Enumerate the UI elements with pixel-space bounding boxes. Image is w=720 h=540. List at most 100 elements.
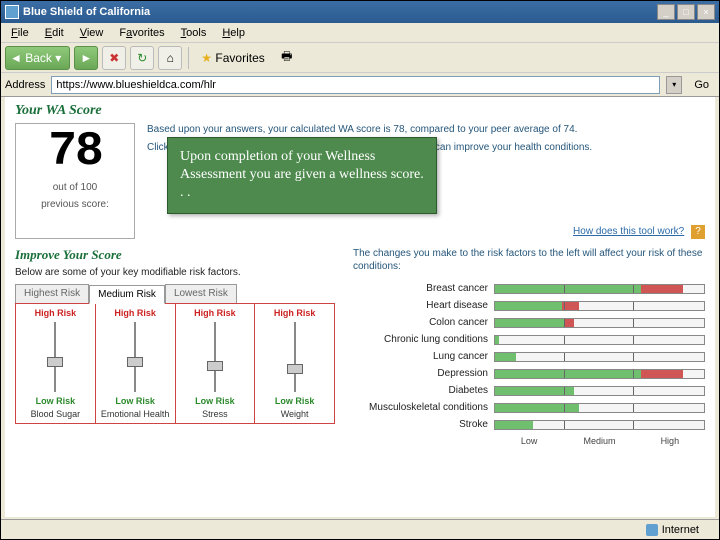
- condition-bar: [494, 420, 705, 430]
- app-icon: [5, 5, 19, 19]
- improve-title: Improve Your Score: [15, 247, 335, 263]
- back-arrow-icon: ◄: [10, 51, 22, 65]
- condition-bar: [494, 318, 705, 328]
- forward-button[interactable]: ►: [74, 46, 98, 70]
- condition-row: Chronic lung conditions: [353, 334, 705, 345]
- risk-high-label: High Risk: [35, 308, 77, 318]
- favorites-label: Favorites: [215, 51, 264, 65]
- tab-medium-risk[interactable]: Medium Risk: [89, 285, 165, 304]
- address-bar: Address ▾ Go: [1, 73, 719, 97]
- menu-file[interactable]: File: [5, 25, 35, 41]
- close-button[interactable]: ×: [697, 4, 715, 20]
- favorites-button[interactable]: ★ Favorites: [195, 46, 270, 70]
- window-title: Blue Shield of California: [23, 6, 657, 18]
- condition-name: Depression: [353, 368, 488, 379]
- how-tool-link[interactable]: How does this tool work?: [573, 226, 684, 237]
- condition-name: Lung cancer: [353, 351, 488, 362]
- toolbar: ◄ Back ▾ ► ✖ ↻ ⌂ ★ Favorites 🖶: [1, 43, 719, 73]
- slider-blood-sugar[interactable]: [45, 322, 65, 392]
- condition-name: Colon cancer: [353, 317, 488, 328]
- risk-label: Emotional Health: [101, 409, 170, 419]
- address-input[interactable]: [51, 76, 660, 94]
- menubar: File Edit View Favorites Tools Help: [1, 23, 719, 43]
- conditions-list: Breast cancer Heart disease Colon cancer Ch…: [353, 283, 705, 430]
- condition-row: Heart disease: [353, 300, 705, 311]
- risk-low-label: Low Risk: [115, 396, 155, 406]
- condition-bar: [494, 301, 705, 311]
- toolbar-divider: [188, 47, 189, 69]
- score-title: Your WA Score: [15, 103, 705, 119]
- statusbar: Internet: [1, 519, 719, 539]
- condition-row: Stroke: [353, 419, 705, 430]
- slider-stress[interactable]: [205, 322, 225, 392]
- condition-row: Musculoskeletal conditions: [353, 402, 705, 413]
- back-label: Back: [25, 51, 52, 65]
- condition-row: Lung cancer: [353, 351, 705, 362]
- risk-tabs: Highest Risk Medium Risk Lowest Risk: [15, 284, 335, 303]
- print-button[interactable]: 🖶: [275, 46, 299, 70]
- risk-low-label: Low Risk: [195, 396, 235, 406]
- condition-row: Breast cancer: [353, 283, 705, 294]
- condition-name: Heart disease: [353, 300, 488, 311]
- condition-row: Colon cancer: [353, 317, 705, 328]
- risk-col-emotional: High Risk Low Risk Emotional Health: [96, 304, 176, 423]
- score-description: Based upon your answers, your calculated…: [147, 123, 705, 239]
- slider-weight[interactable]: [285, 322, 305, 392]
- how-tool-row: How does this tool work? ?: [147, 225, 705, 239]
- condition-row: Depression: [353, 368, 705, 379]
- print-icon: 🖶: [281, 47, 292, 68]
- condition-name: Diabetes: [353, 385, 488, 396]
- risk-high-label: High Risk: [114, 308, 156, 318]
- axis-med: Medium: [564, 436, 634, 446]
- improve-panel: Improve Your Score Below are some of you…: [15, 247, 335, 446]
- improve-sub: Below are some of your key modifiable ri…: [15, 267, 335, 278]
- condition-bar: [494, 403, 705, 413]
- browser-window: Blue Shield of California _ □ × File Edi…: [0, 0, 720, 540]
- back-button[interactable]: ◄ Back ▾: [5, 46, 70, 70]
- condition-bar: [494, 335, 705, 345]
- tab-highest-risk[interactable]: Highest Risk: [15, 284, 89, 303]
- risk-low-label: Low Risk: [36, 396, 76, 406]
- instruction-callout: Upon completion of your Wellness Assessm…: [167, 137, 437, 214]
- address-label: Address: [5, 79, 45, 91]
- condition-name: Breast cancer: [353, 283, 488, 294]
- condition-row: Diabetes: [353, 385, 705, 396]
- condition-bar: [494, 369, 705, 379]
- risk-col-weight: High Risk Low Risk Weight: [255, 304, 334, 423]
- maximize-button[interactable]: □: [677, 4, 695, 20]
- refresh-button[interactable]: ↻: [130, 46, 154, 70]
- home-icon: ⌂: [167, 51, 174, 65]
- stop-button[interactable]: ✖: [102, 46, 126, 70]
- help-icon[interactable]: ?: [691, 225, 705, 239]
- risk-axis-labels: Low Medium High: [494, 436, 705, 446]
- conditions-panel: The changes you make to the risk factors…: [353, 247, 705, 446]
- go-button[interactable]: Go: [688, 77, 715, 93]
- address-dropdown[interactable]: ▾: [666, 76, 682, 94]
- condition-name: Musculoskeletal conditions: [353, 402, 488, 413]
- risk-grid: High Risk Low Risk Blood Sugar High Risk…: [15, 303, 335, 424]
- menu-favorites[interactable]: Favorites: [113, 25, 170, 41]
- score-card: 78 out of 100 previous score:: [15, 123, 135, 239]
- conditions-head: The changes you make to the risk factors…: [353, 247, 705, 273]
- menu-view[interactable]: View: [74, 25, 110, 41]
- axis-high: High: [635, 436, 705, 446]
- slider-emotional[interactable]: [125, 322, 145, 392]
- score-value: 78: [16, 128, 134, 176]
- page-content: Your WA Score 78 out of 100 previous sco…: [5, 97, 715, 517]
- minimize-button[interactable]: _: [657, 4, 675, 20]
- menu-help[interactable]: Help: [216, 25, 251, 41]
- tab-lowest-risk[interactable]: Lowest Risk: [165, 284, 237, 303]
- risk-low-label: Low Risk: [275, 396, 315, 406]
- status-zone: Internet: [662, 524, 699, 536]
- risk-col-blood-sugar: High Risk Low Risk Blood Sugar: [16, 304, 96, 423]
- home-button[interactable]: ⌂: [158, 46, 182, 70]
- menu-tools[interactable]: Tools: [175, 25, 213, 41]
- risk-label: Blood Sugar: [31, 409, 81, 419]
- risk-label: Stress: [202, 409, 228, 419]
- refresh-icon: ↻: [137, 51, 147, 65]
- menu-edit[interactable]: Edit: [39, 25, 70, 41]
- risk-high-label: High Risk: [274, 308, 316, 318]
- stop-icon: ✖: [109, 51, 119, 65]
- titlebar: Blue Shield of California _ □ ×: [1, 1, 719, 23]
- risk-col-stress: High Risk Low Risk Stress: [176, 304, 256, 423]
